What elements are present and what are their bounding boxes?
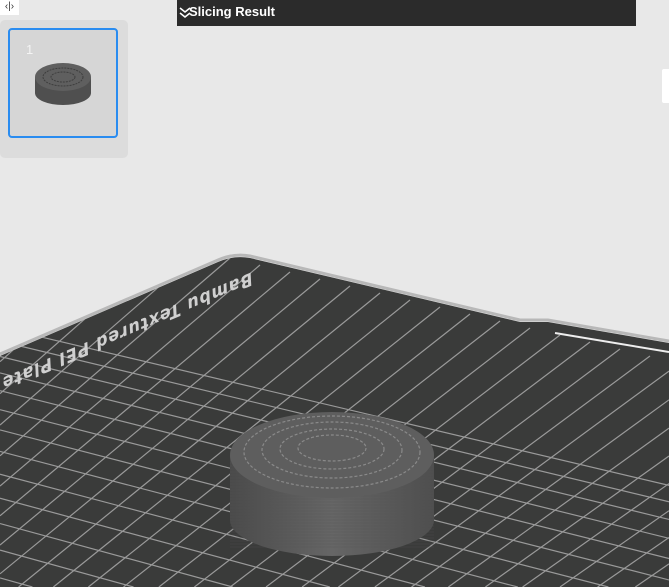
model-object[interactable] <box>230 412 434 556</box>
grid-line <box>0 257 51 263</box>
slicing-result-header[interactable]: Slicing Result <box>177 0 636 26</box>
grid-line <box>0 209 20 228</box>
collapse-sidebar-toggle[interactable]: ‹|› <box>0 0 19 15</box>
plate-thumbnail-1[interactable]: 1 <box>8 28 118 138</box>
double-chevron-down-icon[interactable] <box>177 3 193 21</box>
plate-model-preview <box>35 63 91 105</box>
slicing-result-title: Slicing Result <box>189 4 275 19</box>
plate-list-panel: 1 <box>0 20 128 158</box>
right-panel-toggle[interactable] <box>662 69 669 103</box>
3d-viewport[interactable]: Bambu Textured PEI Plate ‹|› 1 Slicing R… <box>0 0 669 587</box>
grid-line <box>0 257 81 297</box>
